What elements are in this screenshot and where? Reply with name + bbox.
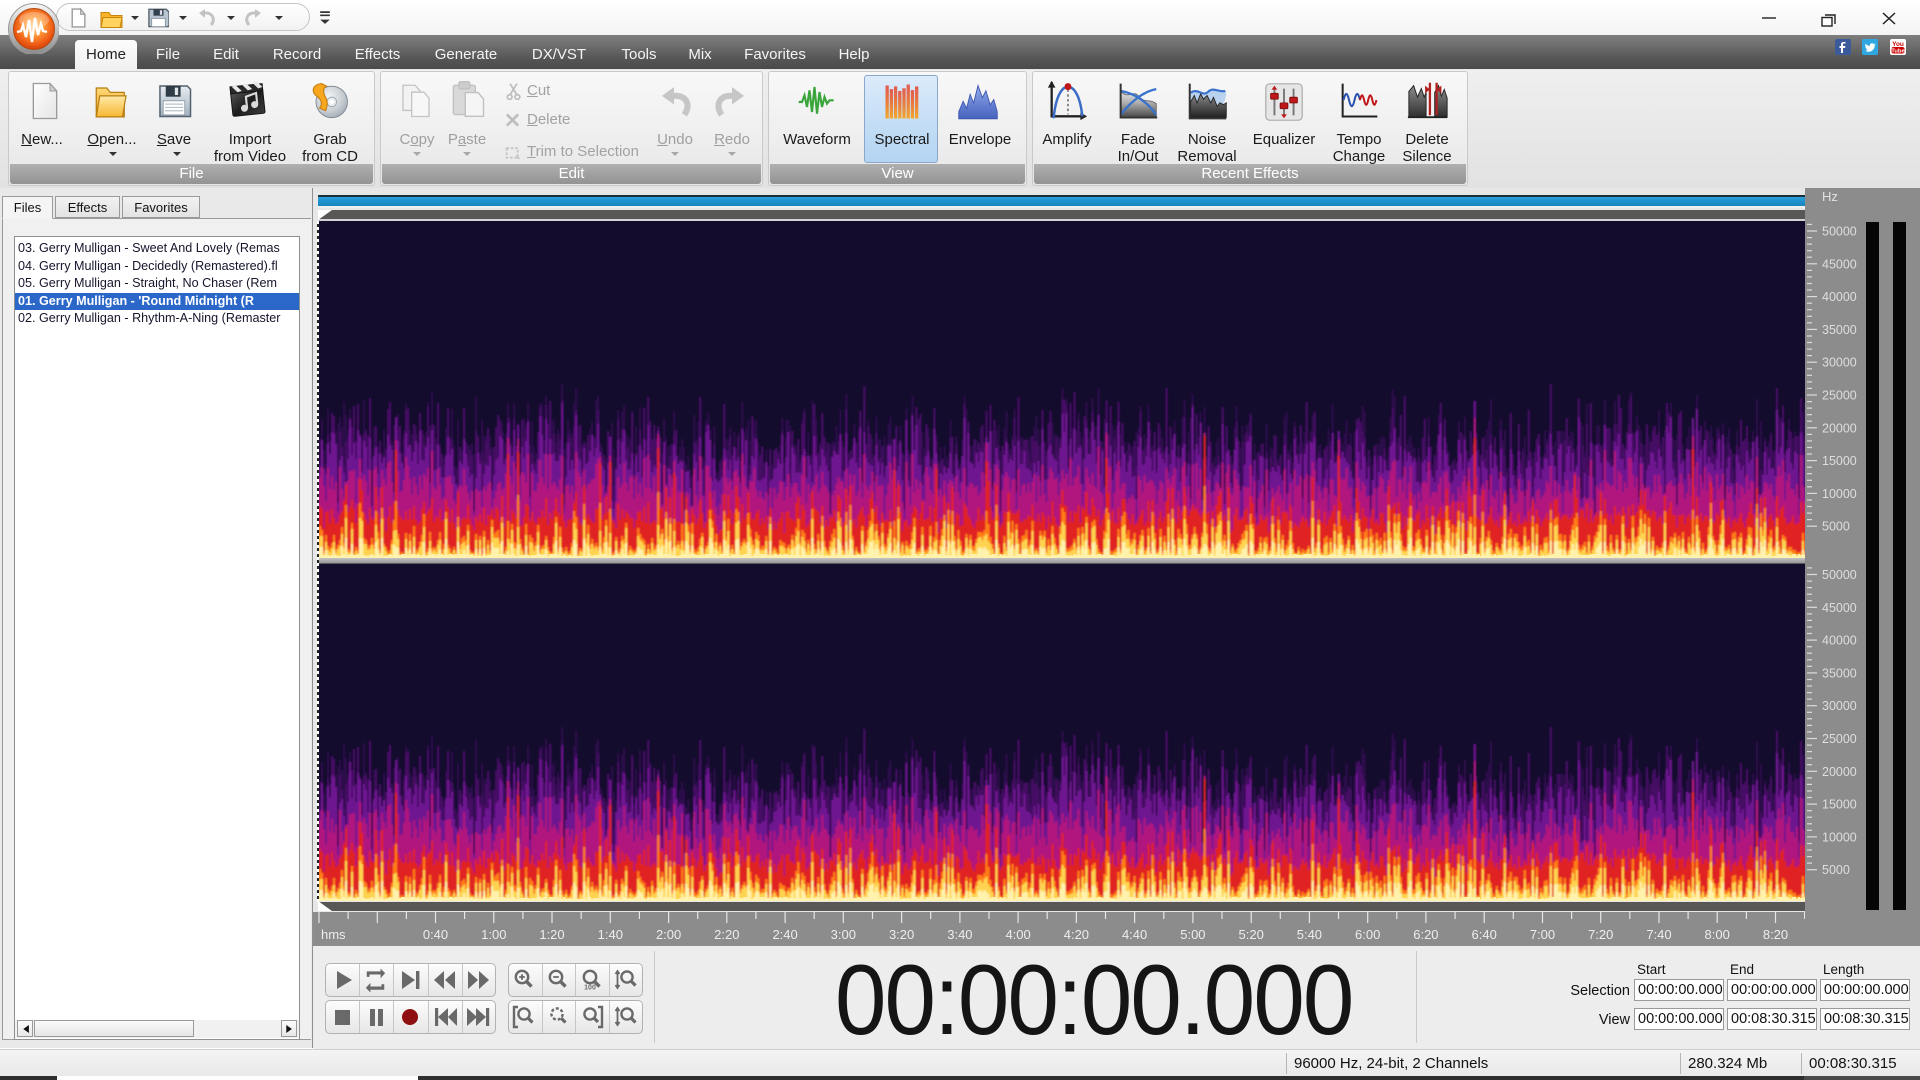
svg-text:1:00: 1:00 (481, 927, 506, 942)
svg-text:1:20: 1:20 (539, 927, 564, 942)
svg-text:35000: 35000 (1822, 666, 1857, 680)
svg-text:30000: 30000 (1822, 699, 1857, 713)
svg-text:5:20: 5:20 (1239, 927, 1264, 942)
svg-text:Hz: Hz (1822, 189, 1838, 204)
svg-text:50000: 50000 (1822, 568, 1857, 582)
svg-text:10000: 10000 (1822, 487, 1857, 501)
svg-text:4:40: 4:40 (1122, 927, 1147, 942)
svg-text:2:40: 2:40 (772, 927, 797, 942)
svg-text:8:20: 8:20 (1763, 927, 1788, 942)
svg-text:8:00: 8:00 (1705, 927, 1730, 942)
svg-text:25000: 25000 (1822, 732, 1857, 746)
svg-text:50000: 50000 (1822, 225, 1857, 239)
svg-text:45000: 45000 (1822, 601, 1857, 615)
svg-text:4:20: 4:20 (1064, 927, 1089, 942)
svg-text:10000: 10000 (1822, 830, 1857, 844)
svg-text:6:40: 6:40 (1472, 927, 1497, 942)
svg-text:7:40: 7:40 (1646, 927, 1671, 942)
svg-text:0:40: 0:40 (423, 927, 448, 942)
svg-text:4:00: 4:00 (1005, 927, 1030, 942)
svg-text:5:40: 5:40 (1297, 927, 1322, 942)
svg-text:2:00: 2:00 (656, 927, 681, 942)
svg-text:20000: 20000 (1822, 765, 1857, 779)
svg-text:1:40: 1:40 (598, 927, 623, 942)
svg-text:15000: 15000 (1822, 798, 1857, 812)
svg-text:40000: 40000 (1822, 634, 1857, 648)
svg-text:25000: 25000 (1822, 389, 1857, 403)
svg-text:6:20: 6:20 (1413, 927, 1438, 942)
svg-text:3:40: 3:40 (947, 927, 972, 942)
svg-text:5:00: 5:00 (1180, 927, 1205, 942)
svg-text:5000: 5000 (1822, 863, 1850, 877)
svg-text:6:00: 6:00 (1355, 927, 1380, 942)
svg-text:15000: 15000 (1822, 454, 1857, 468)
svg-text:40000: 40000 (1822, 290, 1857, 304)
svg-text:5000: 5000 (1822, 520, 1850, 534)
svg-text:35000: 35000 (1822, 323, 1857, 337)
svg-text:3:00: 3:00 (831, 927, 856, 942)
svg-text:20000: 20000 (1822, 421, 1857, 435)
svg-text:3:20: 3:20 (889, 927, 914, 942)
svg-text:7:20: 7:20 (1588, 927, 1613, 942)
svg-text:You: You (1892, 41, 1904, 48)
svg-text:100: 100 (584, 985, 596, 992)
svg-text:hms: hms (321, 927, 346, 942)
svg-text:Tube: Tube (1891, 48, 1905, 54)
svg-text:7:00: 7:00 (1530, 927, 1555, 942)
svg-text:2:20: 2:20 (714, 927, 739, 942)
svg-text:45000: 45000 (1822, 257, 1857, 271)
svg-text:30000: 30000 (1822, 356, 1857, 370)
